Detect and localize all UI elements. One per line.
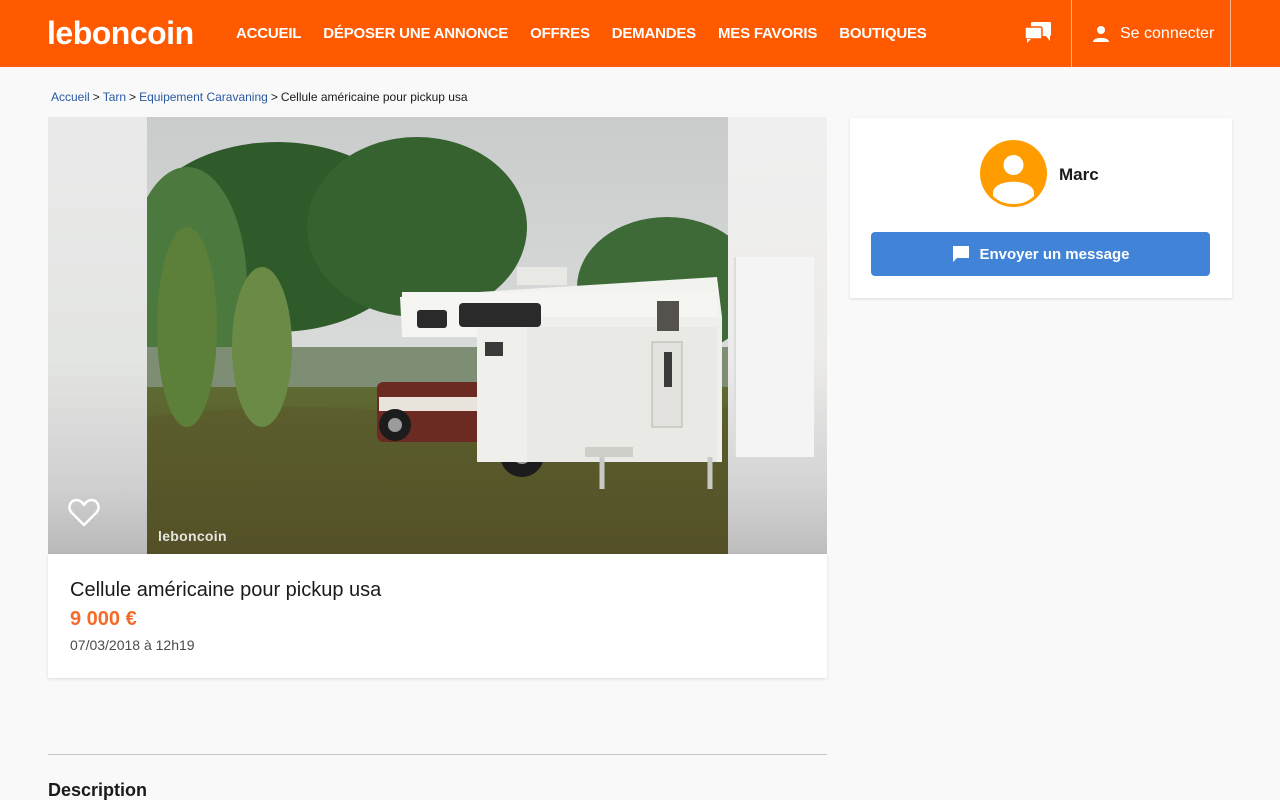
send-message-label: Envoyer un message (979, 245, 1130, 263)
ad-date: 07/03/2018 à 12h19 (70, 637, 195, 653)
photo-gallery[interactable]: leboncoin (48, 117, 827, 554)
nav-demandes[interactable]: DEMANDES (612, 25, 696, 42)
breadcrumb: Accueil > Tarn > Equipement Caravaning > Cellu… (51, 90, 468, 104)
seller-avatar[interactable] (980, 140, 1047, 207)
header-divider (1230, 0, 1231, 67)
ad-title: Cellule américaine pour pickup usa (70, 579, 382, 601)
send-message-button[interactable]: Envoyer un message (871, 232, 1210, 276)
next-photo-preview[interactable] (728, 117, 827, 554)
nav-boutiques[interactable]: BOUTIQUES (839, 25, 927, 42)
nav-offres[interactable]: OFFRES (530, 25, 590, 42)
listing-photo[interactable] (147, 117, 728, 554)
photo-watermark: leboncoin (158, 528, 227, 544)
chat-bubble-icon (953, 246, 970, 262)
header-divider (1071, 0, 1072, 67)
previous-photo-preview[interactable] (48, 117, 147, 554)
ad-price: 9 000 € (70, 608, 137, 630)
seller-card: Marc Envoyer un message (850, 118, 1232, 298)
breadcrumb-equipement-caravaning[interactable]: Equipement Caravaning (139, 90, 268, 104)
breadcrumb-separator: > (92, 90, 100, 104)
main-nav: ACCUEIL DÉPOSER UNE ANNONCE OFFRES DEMAN… (236, 0, 949, 67)
favorite-heart-icon[interactable] (68, 497, 100, 527)
breadcrumb-accueil[interactable]: Accueil (51, 90, 90, 104)
messages-icon[interactable] (1024, 21, 1052, 45)
breadcrumb-current: Cellule américaine pour pickup usa (280, 90, 468, 104)
leboncoin-logo[interactable]: leboncoin (47, 14, 194, 52)
site-header: leboncoin ACCUEIL DÉPOSER UNE ANNONCE OF… (0, 0, 1280, 67)
breadcrumb-separator: > (270, 90, 278, 104)
ad-info-card: Cellule américaine pour pickup usa 9 000… (48, 554, 827, 678)
user-avatar-icon (993, 155, 1034, 204)
nav-deposer-annonce[interactable]: DÉPOSER UNE ANNONCE (323, 25, 508, 42)
login-button[interactable]: Se connecter (1092, 0, 1214, 67)
description-heading: Description (48, 780, 148, 800)
nav-mes-favoris[interactable]: MES FAVORIS (718, 25, 817, 42)
breadcrumb-tarn[interactable]: Tarn (103, 90, 126, 104)
breadcrumb-separator: > (129, 90, 137, 104)
nav-accueil[interactable]: ACCUEIL (236, 25, 301, 42)
user-icon (1093, 25, 1109, 42)
login-label: Se connecter (1120, 24, 1215, 42)
section-divider (48, 754, 827, 755)
seller-name[interactable]: Marc (1059, 165, 1099, 185)
